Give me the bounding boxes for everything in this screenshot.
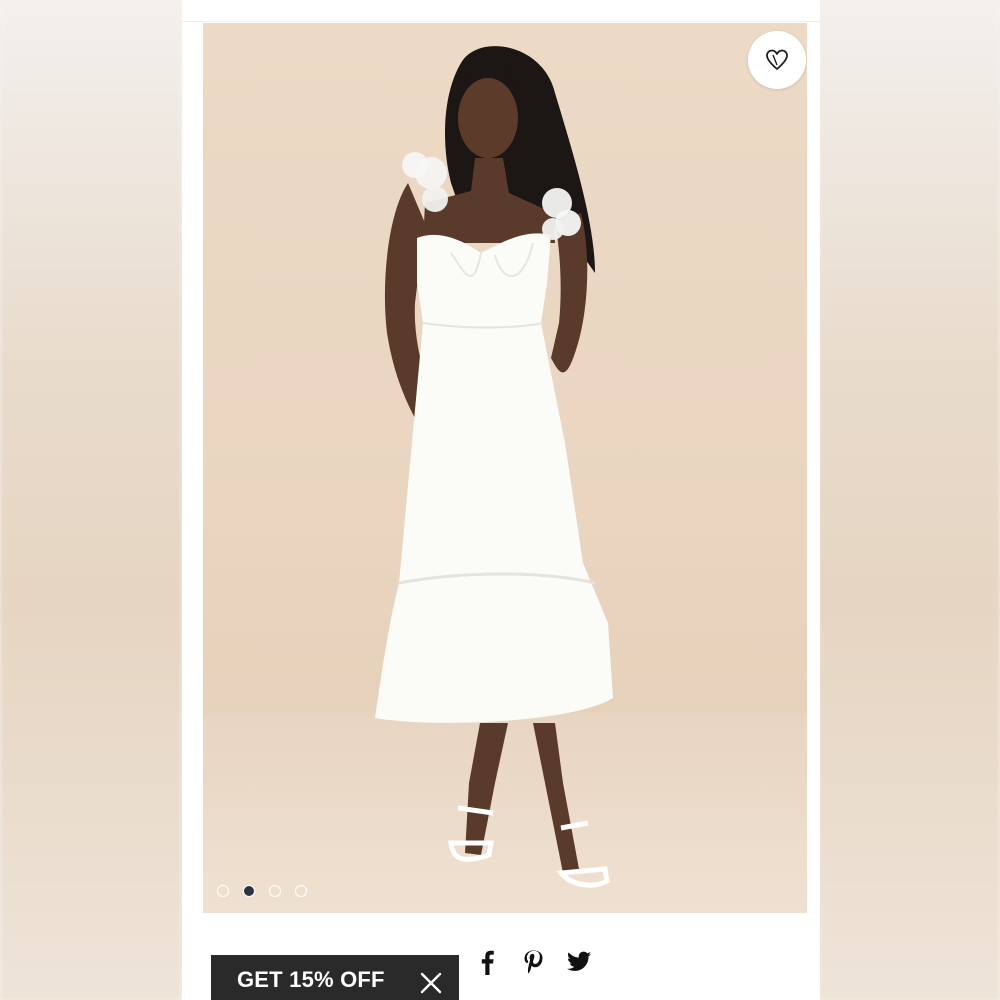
blurred-background-left xyxy=(0,0,182,1000)
facebook-icon[interactable] xyxy=(474,948,500,976)
favorite-button[interactable] xyxy=(748,31,806,89)
blurred-background-right xyxy=(818,0,1000,1000)
carousel-dot[interactable] xyxy=(217,885,229,897)
carousel-dot[interactable] xyxy=(295,885,307,897)
promo-label: GET 15% OFF xyxy=(237,967,385,992)
heart-icon xyxy=(766,49,788,70)
pinterest-icon[interactable] xyxy=(520,948,546,976)
top-bar xyxy=(182,0,820,22)
promo-banner[interactable]: GET 15% OFF xyxy=(211,955,459,1000)
share-links xyxy=(474,948,592,976)
carousel-dots xyxy=(217,885,307,897)
product-page: GET 15% OFF xyxy=(182,0,820,1000)
close-icon[interactable] xyxy=(419,971,443,995)
product-image-carousel[interactable] xyxy=(203,23,807,913)
carousel-dot-active[interactable] xyxy=(243,885,255,897)
carousel-dot[interactable] xyxy=(269,885,281,897)
product-photo xyxy=(375,46,613,888)
twitter-icon[interactable] xyxy=(566,948,592,976)
